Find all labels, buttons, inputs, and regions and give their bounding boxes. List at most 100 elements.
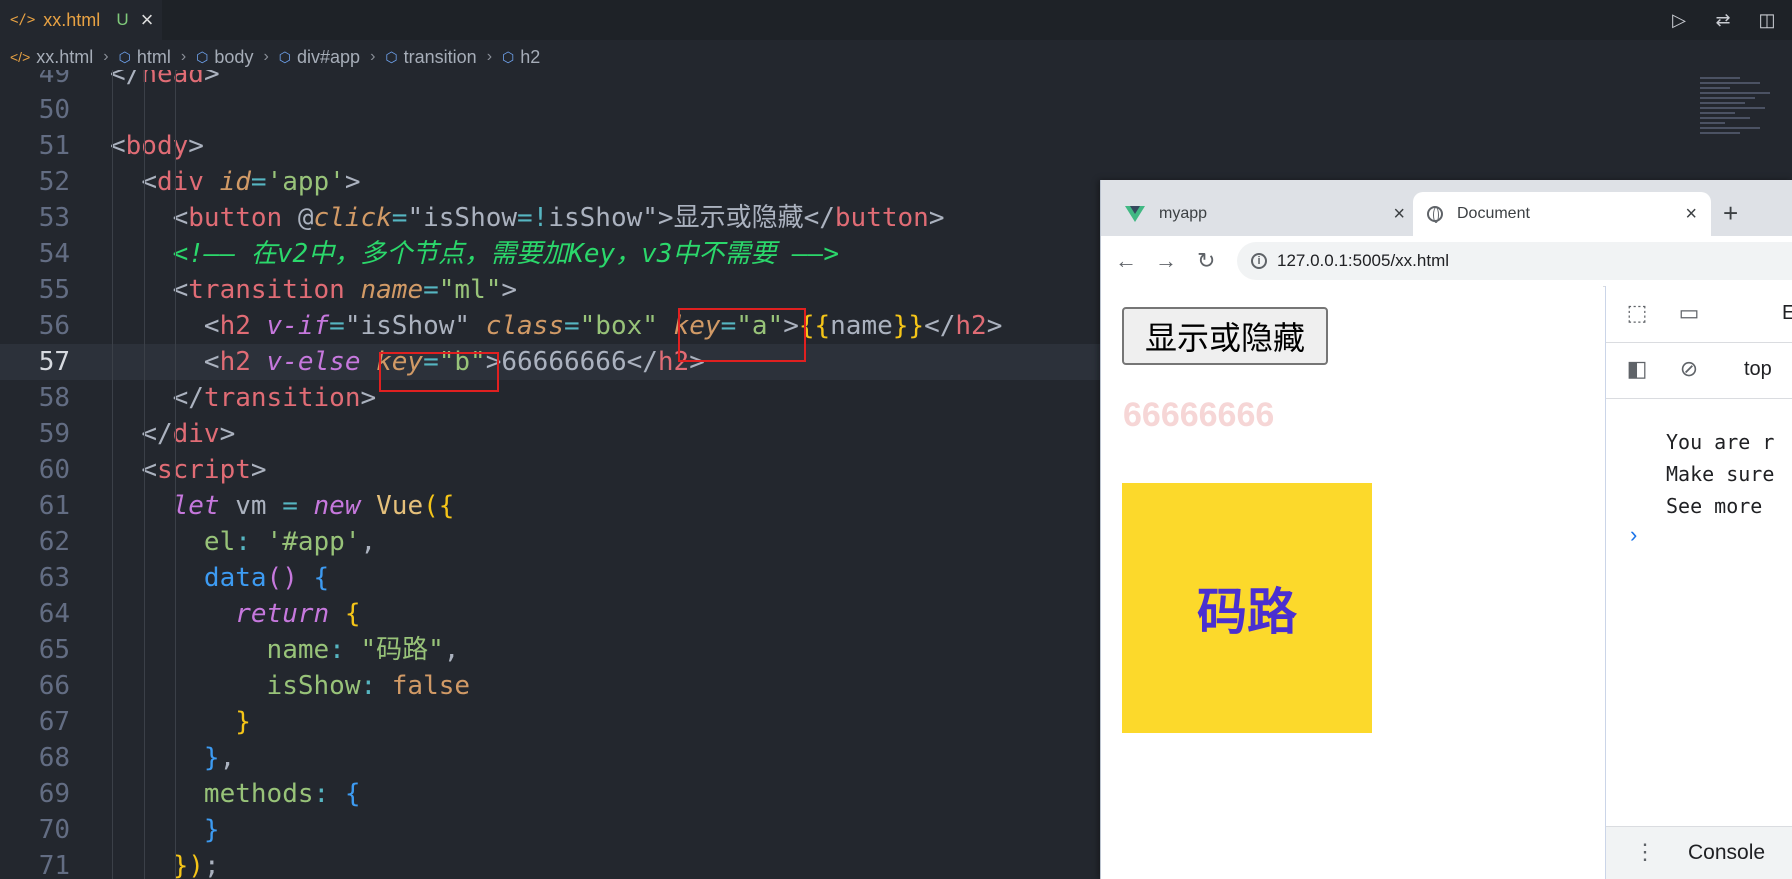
yellow-box: 码路: [1122, 483, 1372, 733]
new-tab-button[interactable]: +: [1723, 198, 1738, 229]
element-cube-icon: ⬡: [118, 48, 131, 65]
code-line[interactable]: 65 name: "码路",: [0, 632, 1100, 668]
code-text: </transition>: [172, 383, 377, 413]
code-text: name: "码路",: [266, 635, 460, 665]
code-line[interactable]: 53 <button @click="isShow=!isShow">显示或隐藏…: [0, 200, 1100, 236]
line-number: 63: [38, 563, 70, 593]
clear-console-icon[interactable]: ⊘: [1676, 356, 1702, 382]
indent-guide: [112, 70, 113, 879]
breadcrumb-label: html: [136, 46, 171, 67]
line-number: 49: [38, 70, 70, 89]
devtools-drawer-bar: ⋮ Console: [1606, 826, 1792, 879]
breadcrumb-item-file[interactable]: </> xx.html: [10, 47, 93, 68]
breadcrumb-item-h2[interactable]: ⬡ h2: [502, 47, 540, 68]
browser-toolbar: ← → ↻ i 127.0.0.1:5005/xx.html: [1101, 236, 1792, 287]
code-line[interactable]: 63 data() {: [0, 560, 1100, 596]
line-number: 56: [38, 311, 70, 341]
close-icon[interactable]: ×: [141, 9, 154, 31]
code-line[interactable]: 60 <script>: [0, 452, 1100, 488]
breadcrumb-label: body: [214, 46, 254, 67]
console-toolbar: ◧ ⊘ top: [1606, 342, 1792, 399]
code-line[interactable]: 64 return {: [0, 596, 1100, 632]
code-line[interactable]: 56 <h2 v-if="isShow" class="box" key="a"…: [0, 308, 1100, 344]
code-line[interactable]: 59 </div>: [0, 416, 1100, 452]
sidebar-toggle-icon[interactable]: ◧: [1624, 356, 1650, 382]
devtools-toolbar: ⬚ ▭ E: [1606, 286, 1792, 343]
editor-tab-filename: xx.html: [43, 9, 101, 30]
address-bar[interactable]: i 127.0.0.1:5005/xx.html: [1237, 242, 1792, 280]
html-file-icon: </>: [10, 49, 31, 65]
code-line[interactable]: 55 <transition name="ml">: [0, 272, 1100, 308]
console-prompt-icon[interactable]: ›: [1630, 522, 1637, 548]
chevron-right-icon: ›: [103, 48, 109, 65]
line-number: 64: [38, 599, 70, 629]
line-number: 61: [38, 491, 70, 521]
code-line[interactable]: 51 <body>: [0, 128, 1100, 164]
indent-guide: [144, 70, 145, 879]
line-number: 54: [38, 239, 70, 269]
code-line[interactable]: 61 let vm = new Vue({: [0, 488, 1100, 524]
compare-changes-icon[interactable]: ⇄: [1712, 10, 1734, 31]
code-text: }: [235, 707, 251, 737]
highlight-key-b: [379, 352, 499, 392]
devtools-tab-elements[interactable]: E: [1782, 302, 1792, 325]
code-text: <script>: [141, 455, 267, 485]
code-editor[interactable]: 49 </head> 50 51 <body> 52 <div id='app'> 53 <…: [0, 70, 1100, 879]
back-icon[interactable]: ←: [1115, 248, 1137, 274]
more-menu-icon[interactable]: ⋮: [1634, 839, 1656, 865]
line-number: 65: [38, 635, 70, 665]
browser-tab-title: myapp: [1159, 205, 1208, 222]
code-line[interactable]: 50: [0, 92, 1100, 128]
code-text: <!—— 在v2中，多个节点，需要加Key，v3中不需要 ——>: [172, 239, 840, 269]
line-number: 62: [38, 527, 70, 557]
code-text: <button @click="isShow=!isShow">显示或隐藏</b…: [172, 203, 945, 233]
html-file-icon: </>: [10, 12, 36, 28]
console-line: You are r: [1666, 430, 1775, 454]
code-line[interactable]: 62 el: '#app',: [0, 524, 1100, 560]
toggle-show-button[interactable]: 显示或隐藏: [1122, 307, 1328, 365]
code-line[interactable]: 69 methods: {: [0, 776, 1100, 812]
browser-tab-document[interactable]: Document ×: [1413, 192, 1711, 236]
code-text: <div id='app'>: [141, 167, 361, 197]
close-icon[interactable]: ×: [1393, 203, 1405, 226]
context-selector[interactable]: top: [1744, 358, 1772, 381]
drawer-tab-console[interactable]: Console: [1688, 841, 1765, 865]
line-number: 70: [38, 815, 70, 845]
editor-tab-xx-html[interactable]: </> xx.html U ×: [0, 0, 162, 40]
breadcrumb-item-html[interactable]: ⬡ html: [119, 47, 171, 68]
browser-tab-myapp[interactable]: myapp ×: [1111, 192, 1419, 236]
code-text: let vm = new Vue({: [172, 491, 455, 521]
forward-icon[interactable]: →: [1155, 248, 1177, 274]
code-line[interactable]: 66 isShow: false: [0, 668, 1100, 704]
line-number: 60: [38, 455, 70, 485]
code-line[interactable]: 58 </transition>: [0, 380, 1100, 416]
line-number: 53: [38, 203, 70, 233]
minimap[interactable]: [1700, 74, 1792, 184]
code-line[interactable]: 57 <h2 v-else key="b">66666666</h2>: [0, 344, 1100, 380]
site-info-icon[interactable]: i: [1251, 253, 1267, 269]
breadcrumb-item-transition[interactable]: ⬡ transition: [385, 47, 476, 68]
breadcrumb-item-div-app[interactable]: ⬡ div#app: [279, 47, 360, 68]
inspect-element-icon[interactable]: ⬚: [1624, 300, 1650, 326]
code-line[interactable]: 54 <!—— 在v2中，多个节点，需要加Key，v3中不需要 ——>: [0, 236, 1100, 272]
code-line[interactable]: 68 },: [0, 740, 1100, 776]
globe-icon: [1427, 206, 1443, 223]
close-icon[interactable]: ×: [1685, 203, 1697, 226]
breadcrumb: </> xx.html › ⬡ html › ⬡ body › ⬡ div#app › …: [0, 40, 1792, 74]
code-text: }: [203, 815, 220, 845]
chevron-right-icon: ›: [180, 48, 187, 65]
split-editor-icon[interactable]: ◫: [1756, 10, 1778, 31]
code-line[interactable]: 67 }: [0, 704, 1100, 740]
code-line[interactable]: 70 }: [0, 812, 1100, 848]
code-line[interactable]: 52 <div id='app'>: [0, 164, 1100, 200]
breadcrumb-item-body[interactable]: ⬡ body: [196, 47, 253, 68]
run-icon[interactable]: ▷: [1668, 10, 1690, 31]
code-text: el: '#app',: [203, 527, 377, 557]
console-line: Make sure: [1666, 462, 1775, 486]
device-toolbar-icon[interactable]: ▭: [1676, 300, 1702, 326]
reload-icon[interactable]: ↻: [1197, 248, 1215, 274]
code-line[interactable]: 49 </head>: [0, 70, 1100, 92]
code-line[interactable]: 71 });: [0, 848, 1100, 879]
code-text: methods: {: [203, 779, 361, 809]
editor-tab-bar: </> xx.html U × ▷ ⇄ ◫: [0, 0, 1792, 40]
